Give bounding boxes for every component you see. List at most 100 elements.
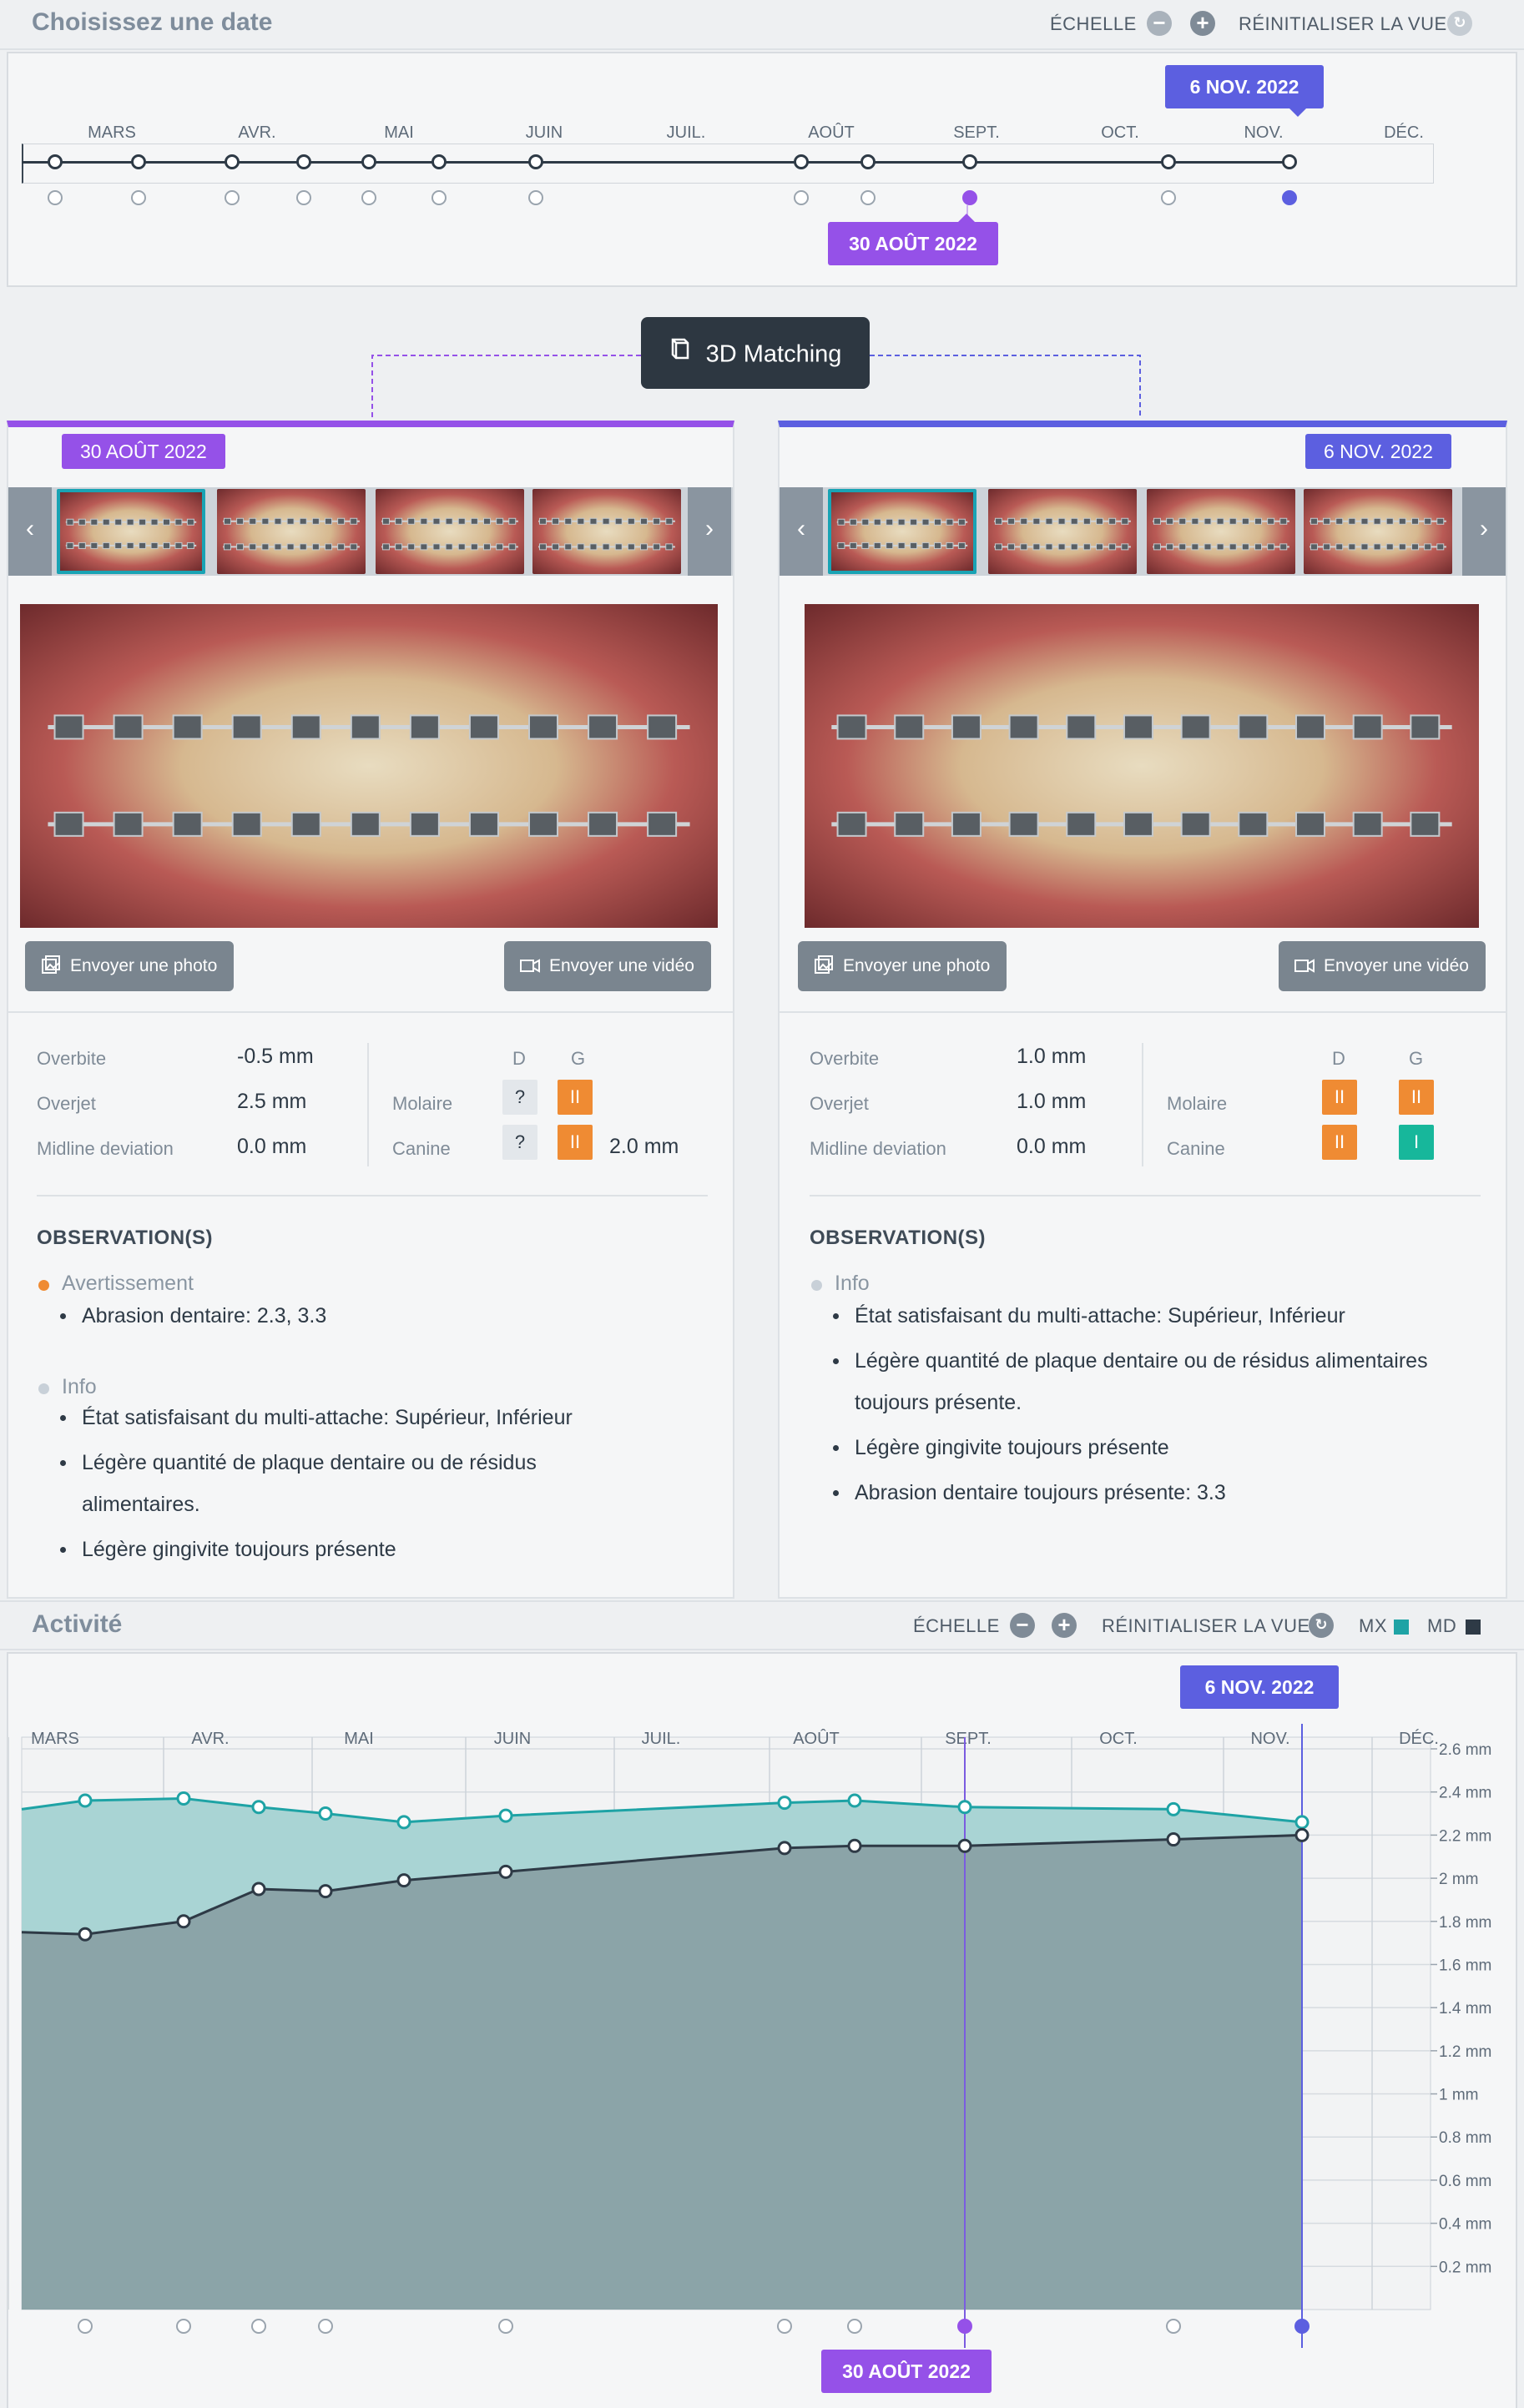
photo-thumbnail[interactable] [1304,489,1452,574]
warning-label: Avertissement [62,1272,194,1295]
canine-d-badge: II [1322,1125,1357,1160]
class-header-d: D [1332,1048,1345,1069]
timeline-date-point[interactable] [962,154,977,169]
class-header-g: G [571,1048,586,1069]
left-send-video-button[interactable]: Envoyer une vidéo [504,941,711,991]
mx-point [777,1796,792,1811]
photo-icon [815,955,833,974]
activity-zoom-in-button[interactable]: + [1052,1613,1077,1638]
timeline-photo-indicator[interactable] [962,190,977,205]
timeline-line [22,161,1289,164]
overjet-label: Overjet [810,1093,869,1114]
right-send-video-button[interactable]: Envoyer une vidéo [1279,941,1486,991]
zoom-in-button[interactable]: + [1190,11,1215,36]
right-send-photo-button[interactable]: Envoyer une photo [798,941,1007,991]
reset-view-icon[interactable]: ↻ [1447,11,1472,36]
y-tick-label: 2.2 mm [1439,1827,1491,1845]
observations-title: OBSERVATION(S) [37,1227,214,1249]
left-strip-next-button[interactable]: › [688,487,731,576]
timeline-date-point[interactable] [1282,154,1297,169]
chart-photo-indicator [847,2319,862,2334]
activity-chart-card: 2.6 mm 2.4 mm 2.2 mm 2 mm 1.8 mm 1.6 mm 1.4 mm… [7,1652,1517,2408]
md-point [847,1838,862,1853]
overjet-value: 2.5 mm [237,1090,307,1113]
photo-thumbnail[interactable] [376,489,524,574]
left-send-photo-button[interactable]: Envoyer une photo [25,941,235,991]
timeline-date-point[interactable] [431,154,447,169]
chart-photo-indicator [318,2319,333,2334]
photo-thumbnail[interactable] [988,489,1137,574]
info-dot [811,1280,822,1291]
flag-pointer [958,214,975,222]
timeline-photo-indicator[interactable] [528,190,543,205]
right-strip-next-button[interactable]: › [1462,487,1506,576]
timeline-date-point[interactable] [48,154,63,169]
mx-point [396,1815,411,1830]
right-strip-prev-button[interactable]: ‹ [780,487,823,576]
timeline-photo-indicator[interactable] [1282,190,1297,205]
right-main-photo[interactable] [805,604,1479,928]
timeline-photo-indicator[interactable] [296,190,311,205]
right-thumbnail-strip: ‹ › [780,487,1506,576]
timeline-photo-indicator[interactable] [1161,190,1176,205]
photo-thumbnail[interactable] [532,489,681,574]
x-tick-label: DÉC. [1399,1729,1439,1748]
photo-thumbnail[interactable] [1147,489,1295,574]
timeline-photo-indicator[interactable] [431,190,447,205]
mx-point [1166,1801,1181,1816]
3d-matching-label: 3D Matching [705,340,842,368]
chart-photo-indicator [498,2319,513,2334]
timeline-date-point[interactable] [860,154,876,169]
activity-reset-icon[interactable]: ↻ [1309,1613,1334,1638]
list-item: Abrasion dentaire: 2.3, 3.3 [60,1295,326,1337]
zoom-out-button[interactable]: − [1147,11,1172,36]
timeline-photo-indicator[interactable] [48,190,63,205]
timeline-photo-indicator[interactable] [131,190,146,205]
timeline-photo-indicator[interactable] [794,190,809,205]
send-photo-label: Envoyer une photo [843,956,991,975]
photo-thumbnail[interactable] [217,489,366,574]
legend-mx-label: MX [1359,1615,1387,1636]
activity-reset-view-label[interactable]: RÉINITIALISER LA VUE [1102,1615,1310,1637]
x-tick-label: AOÛT [793,1729,840,1748]
activity-zoom-out-button[interactable]: − [1010,1613,1035,1638]
overbite-label: Overbite [37,1048,107,1069]
braces-graphic [223,517,360,551]
photo-thumbnail[interactable] [57,489,205,574]
date-picker-header: Choisissez une date ÉCHELLE − + RÉINITIA… [0,0,1524,50]
timeline-date-point[interactable] [296,154,311,169]
x-tick-label: JUIL. [642,1730,681,1748]
activity-chart: 2.6 mm 2.4 mm 2.2 mm 2 mm 1.8 mm 1.6 mm 1.4 mm… [8,1724,1491,2348]
timeline-month-label: MARS [88,123,136,142]
x-tick-label: NOV. [1250,1730,1289,1748]
3d-matching-button[interactable]: 3D Matching [641,317,870,389]
molaire-label: Molaire [1167,1093,1228,1114]
left-strip-prev-button[interactable]: ‹ [8,487,52,576]
timeline-date-point[interactable] [361,154,376,169]
photo-thumbnail[interactable] [828,489,976,574]
canine-label: Canine [392,1138,451,1159]
timeline-date-point[interactable] [131,154,146,169]
mx-point [251,1800,266,1815]
observations-title: OBSERVATION(S) [810,1227,987,1249]
x-tick-label: SEPT. [945,1730,992,1748]
braces-graphic [831,714,1452,837]
midline-label: Midline deviation [810,1138,946,1159]
x-tick-label: MAI [344,1730,374,1748]
reset-view-label[interactable]: RÉINITIALISER LA VUE [1239,13,1447,35]
chart-photo-indicator [1294,2319,1310,2334]
timeline-flag-left: 30 AOÛT 2022 [828,222,998,265]
left-main-photo[interactable] [20,604,718,928]
timeline-date-point[interactable] [528,154,543,169]
timeline-date-point[interactable] [794,154,809,169]
scale-label: ÉCHELLE [1050,13,1137,34]
timeline-date-point[interactable] [225,154,240,169]
md-point [1166,1832,1181,1847]
timeline-photo-indicator[interactable] [361,190,376,205]
y-tick-label: 1.8 mm [1439,1914,1491,1932]
list-item: État satisfaisant du multi-attache: Supé… [60,1397,573,1438]
timeline-date-point[interactable] [1161,154,1176,169]
y-tick-label: 1.4 mm [1439,2000,1491,2018]
timeline-photo-indicator[interactable] [225,190,240,205]
timeline-photo-indicator[interactable] [860,190,876,205]
